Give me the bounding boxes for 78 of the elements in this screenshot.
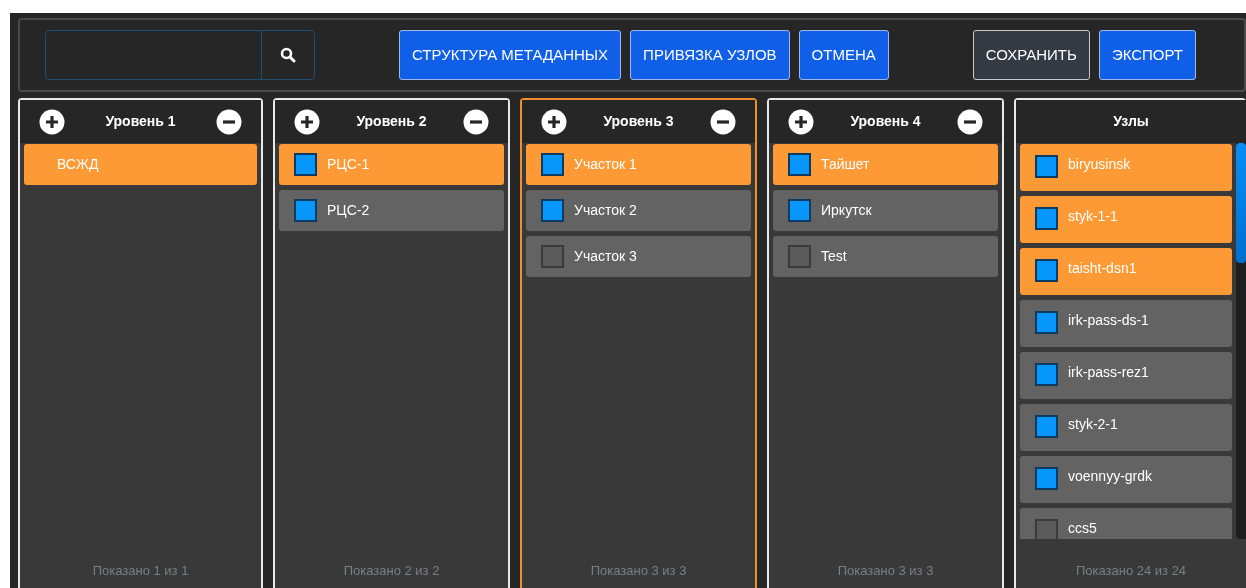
item-label: taisht-dsn1 bbox=[1068, 259, 1137, 278]
item-label: Тайшет bbox=[821, 155, 870, 174]
toolbar-button[interactable]: СОХРАНИТЬ bbox=[972, 30, 1090, 80]
remove-button[interactable] bbox=[463, 108, 489, 135]
column-title: Уровень 3 bbox=[602, 112, 675, 131]
item-label: biryusinsk bbox=[1068, 155, 1131, 174]
list-item[interactable]: voennyy-grdk bbox=[1020, 456, 1232, 503]
checkbox[interactable] bbox=[541, 245, 564, 268]
remove-button[interactable] bbox=[957, 108, 983, 135]
toolbar-button[interactable]: ПРИВЯЗКА УЗЛОВ bbox=[630, 30, 790, 80]
checkbox[interactable] bbox=[294, 153, 317, 176]
footer-count: Показано 2 из 2 bbox=[343, 562, 440, 580]
list-item[interactable]: styk-2-1 bbox=[1020, 404, 1232, 451]
checkbox[interactable] bbox=[788, 199, 811, 222]
item-label: irk-pass-ds-1 bbox=[1068, 311, 1149, 330]
item-label: Иркутск bbox=[821, 201, 872, 220]
item-label: РЦС-1 bbox=[327, 155, 370, 174]
list-item[interactable]: irk-pass-ds-1 bbox=[1020, 300, 1232, 347]
column-title: Узлы bbox=[1112, 112, 1150, 131]
item-label: styk-2-1 bbox=[1068, 415, 1118, 434]
checkbox[interactable] bbox=[294, 199, 317, 222]
checkbox[interactable] bbox=[1035, 363, 1058, 386]
column-title: Уровень 2 bbox=[355, 112, 428, 131]
item-label: РЦС-2 bbox=[327, 201, 370, 220]
plus-icon bbox=[541, 108, 567, 135]
item-label: Участок 3 bbox=[574, 247, 637, 266]
list-item[interactable]: Участок 2 bbox=[526, 190, 751, 231]
item-label: irk-pass-rez1 bbox=[1068, 363, 1149, 382]
list-item[interactable]: ccs5 bbox=[1020, 508, 1232, 539]
search-icon bbox=[280, 47, 296, 63]
column-title: Уровень 4 bbox=[849, 112, 922, 131]
toolbar-button[interactable]: ЭКСПОРТ bbox=[1098, 30, 1197, 80]
scrollbar-thumb[interactable] bbox=[1236, 143, 1246, 263]
toolbar-button[interactable]: ОТМЕНА bbox=[798, 30, 889, 80]
checkbox[interactable] bbox=[788, 245, 811, 268]
add-button[interactable] bbox=[39, 108, 65, 135]
remove-button[interactable] bbox=[216, 108, 242, 135]
plus-icon bbox=[39, 108, 65, 135]
minus-icon bbox=[710, 108, 736, 135]
minus-icon bbox=[216, 108, 242, 135]
checkbox[interactable] bbox=[1035, 155, 1058, 178]
list-item[interactable]: Участок 3 bbox=[526, 236, 751, 277]
minus-icon bbox=[463, 108, 489, 135]
checkbox[interactable] bbox=[541, 153, 564, 176]
plus-icon bbox=[294, 108, 320, 135]
footer-count: Показано 3 из 3 bbox=[837, 562, 934, 580]
checkbox[interactable] bbox=[1035, 259, 1058, 282]
checkbox[interactable] bbox=[1035, 415, 1058, 438]
add-button[interactable] bbox=[788, 108, 814, 135]
toolbar-button[interactable]: СТРУКТУРА МЕТАДАННЫХ bbox=[399, 30, 622, 80]
scrollbar[interactable] bbox=[1236, 143, 1246, 539]
checkbox[interactable] bbox=[1035, 519, 1058, 539]
footer-count: Показано 3 из 3 bbox=[590, 562, 687, 580]
list-item[interactable]: Иркутск bbox=[773, 190, 998, 231]
item-label: styk-1-1 bbox=[1068, 207, 1118, 226]
item-label: ВСЖД bbox=[57, 155, 99, 174]
item-label: Участок 2 bbox=[574, 201, 637, 220]
search-field[interactable] bbox=[45, 30, 315, 80]
item-label: Участок 1 bbox=[574, 155, 637, 174]
item-label: voennyy-grdk bbox=[1068, 467, 1153, 486]
add-button[interactable] bbox=[294, 108, 320, 135]
checkbox[interactable] bbox=[1035, 467, 1058, 490]
list-item[interactable]: Test bbox=[773, 236, 998, 277]
column-title: Уровень 1 bbox=[104, 112, 177, 131]
add-button[interactable] bbox=[541, 108, 567, 135]
footer-count: Показано 24 из 24 bbox=[1075, 562, 1187, 580]
checkbox[interactable] bbox=[1035, 311, 1058, 334]
plus-icon bbox=[788, 108, 814, 135]
checkbox[interactable] bbox=[541, 199, 564, 222]
checkbox[interactable] bbox=[1035, 207, 1058, 230]
remove-button[interactable] bbox=[710, 108, 736, 135]
footer-count: Показано 1 из 1 bbox=[92, 562, 189, 580]
item-label: Test bbox=[821, 247, 847, 266]
list-item[interactable]: РЦС-2 bbox=[279, 190, 504, 231]
item-label: ccs5 bbox=[1068, 519, 1097, 538]
list-item[interactable]: irk-pass-rez1 bbox=[1020, 352, 1232, 399]
checkbox[interactable] bbox=[788, 153, 811, 176]
minus-icon bbox=[957, 108, 983, 135]
